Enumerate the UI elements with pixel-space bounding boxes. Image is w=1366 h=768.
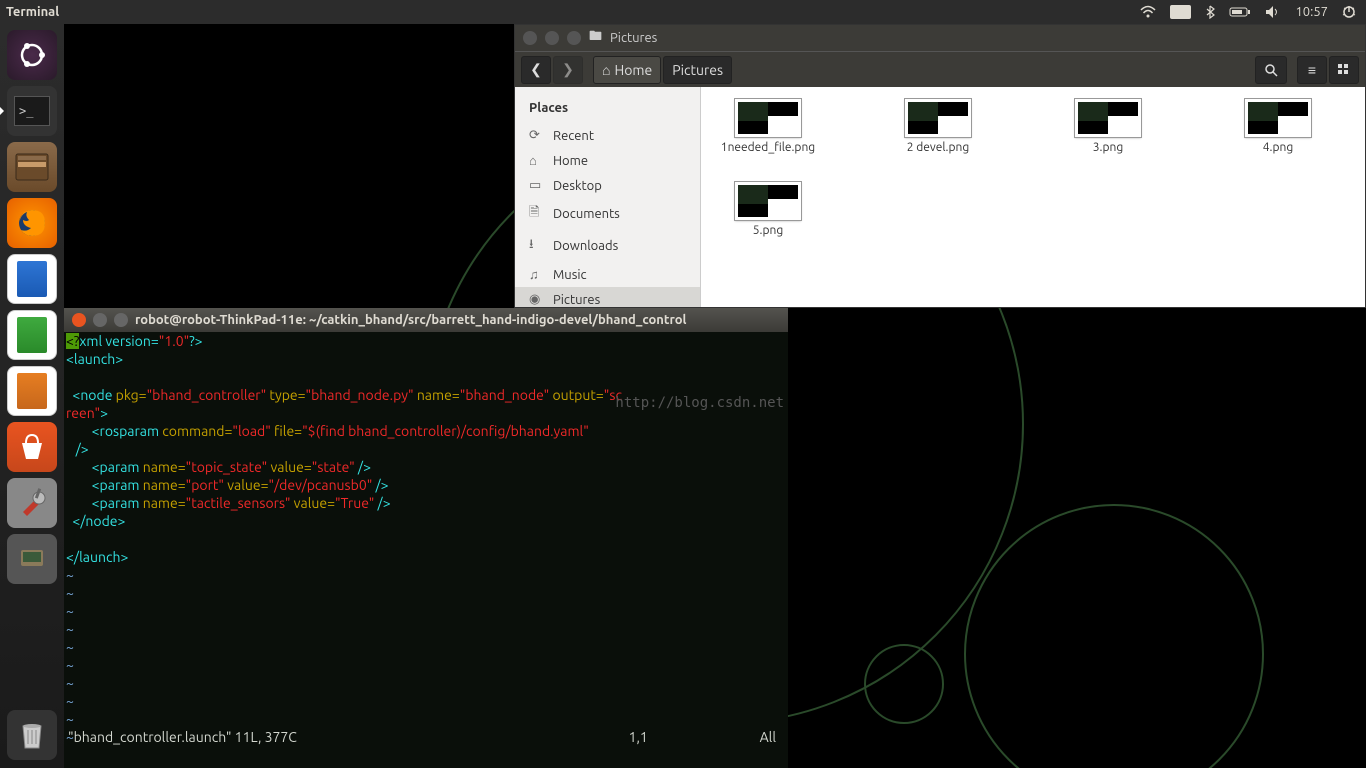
settings-launcher-icon[interactable] [7,478,57,528]
file-label: 5.png [753,224,784,237]
files-titlebar[interactable]: 🖿 Pictures [515,25,1365,51]
sidebar-item-home[interactable]: ⌂ Home [515,148,700,173]
trash-launcher-icon[interactable] [7,710,57,760]
folder-icon: 🖿 [589,27,602,49]
place-icon: 🗎 [529,203,545,225]
file-thumbnail [905,99,971,137]
view-grid-button[interactable] [1329,56,1359,84]
calc-launcher-icon[interactable] [7,310,57,360]
wifi-icon[interactable] [1140,5,1156,19]
unity-launcher: >_ [0,24,64,768]
sidebar-item-label: Home [553,154,588,168]
vim-status-line: "bhand_controller.launch" 11L, 377C 1,1 … [64,728,788,746]
sidebar-item-pictures[interactable]: ◉ Pictures [515,287,700,307]
sidebar-item-label: Recent [553,129,594,143]
sidebar-item-music[interactable]: ♫ Music [515,262,700,287]
file-item[interactable]: 1needed_file.png [713,99,823,154]
place-icon: ▭ [529,178,545,193]
back-button[interactable]: ❮ [521,56,551,84]
bluetooth-icon[interactable] [1205,5,1215,19]
file-label: 2 devel.png [907,141,970,154]
battery-icon[interactable] [1229,6,1251,18]
breadcrumb-home[interactable]: ⌂Home [593,56,661,84]
file-thumbnail [735,99,801,137]
place-icon: ◉ [529,292,545,307]
sidebar-heading: Places [515,97,700,123]
keyboard-indicator[interactable]: En [1170,5,1191,19]
terminal-title: robot@robot-ThinkPad-11e: ~/catkin_bhand… [135,311,687,329]
sidebar-item-label: Downloads [553,239,618,253]
files-content[interactable]: 1needed_file.png 2 devel.png 3.png 4.png 5.p… [701,87,1365,307]
home-icon: ⌂ [602,62,610,78]
top-menubar: Terminal En 10:57 [0,0,1366,24]
maximize-icon[interactable] [567,31,581,45]
file-thumbnail [1075,99,1141,137]
breadcrumb-current[interactable]: Pictures [663,56,732,84]
system-tray: En 10:57 [1140,5,1366,19]
file-item[interactable]: 4.png [1223,99,1333,154]
forward-button[interactable]: ❯ [553,56,583,84]
terminal-window: robot@robot-ThinkPad-11e: ~/catkin_bhand… [64,308,788,768]
maximize-icon[interactable] [114,313,128,327]
file-thumbnail [735,182,801,220]
files-launcher-icon[interactable] [7,142,57,192]
file-thumbnail [1245,99,1311,137]
terminal-body[interactable]: http://blog.csdn.net <?xml version="1.0"… [64,332,788,746]
session-icon[interactable] [1342,5,1356,19]
terminal-launcher-icon[interactable]: >_ [7,86,57,136]
sidebar-item-recent[interactable]: ⟳ Recent [515,123,700,148]
close-icon[interactable] [72,313,86,327]
app-launcher-icon[interactable] [7,534,57,584]
place-icon: ♫ [529,267,545,282]
minimize-icon[interactable] [93,313,107,327]
clock[interactable]: 10:57 [1295,5,1328,19]
files-sidebar: Places ⟳ Recent ⌂ Home ▭ Desktop 🗎 Documents ⭳ Do… [515,87,701,307]
volume-icon[interactable] [1265,5,1281,19]
software-launcher-icon[interactable] [7,422,57,472]
file-label: 4.png [1263,141,1294,154]
sidebar-item-desktop[interactable]: ▭ Desktop [515,173,700,198]
sidebar-item-downloads[interactable]: ⭳ Downloads [515,230,700,262]
sidebar-item-label: Desktop [553,179,602,193]
sidebar-item-label: Music [553,268,587,282]
file-item[interactable]: 5.png [713,182,823,237]
terminal-titlebar[interactable]: robot@robot-ThinkPad-11e: ~/catkin_bhand… [64,308,788,332]
close-icon[interactable] [523,31,537,45]
sidebar-item-documents[interactable]: 🗎 Documents [515,198,700,230]
sidebar-item-label: Pictures [553,293,600,307]
dash-icon[interactable] [7,30,57,80]
file-item[interactable]: 2 devel.png [883,99,993,154]
file-label: 1needed_file.png [721,141,815,154]
sidebar-item-label: Documents [553,207,620,221]
file-label: 3.png [1093,141,1124,154]
minimize-icon[interactable] [545,31,559,45]
place-icon: ⌂ [529,153,545,168]
firefox-launcher-icon[interactable] [7,198,57,248]
files-window-title: Pictures [610,31,657,45]
place-icon: ⭳ [529,235,545,257]
active-app-title: Terminal [0,5,59,19]
impress-launcher-icon[interactable] [7,366,57,416]
files-window: 🖿 Pictures ❮ ❯ ⌂Home Pictures ≡ Places ⟳… [514,24,1366,308]
view-list-button[interactable]: ≡ [1297,56,1327,84]
writer-launcher-icon[interactable] [7,254,57,304]
place-icon: ⟳ [529,128,545,143]
file-item[interactable]: 3.png [1053,99,1163,154]
search-button[interactable] [1255,56,1287,84]
files-toolbar: ❮ ❯ ⌂Home Pictures ≡ [515,51,1365,87]
